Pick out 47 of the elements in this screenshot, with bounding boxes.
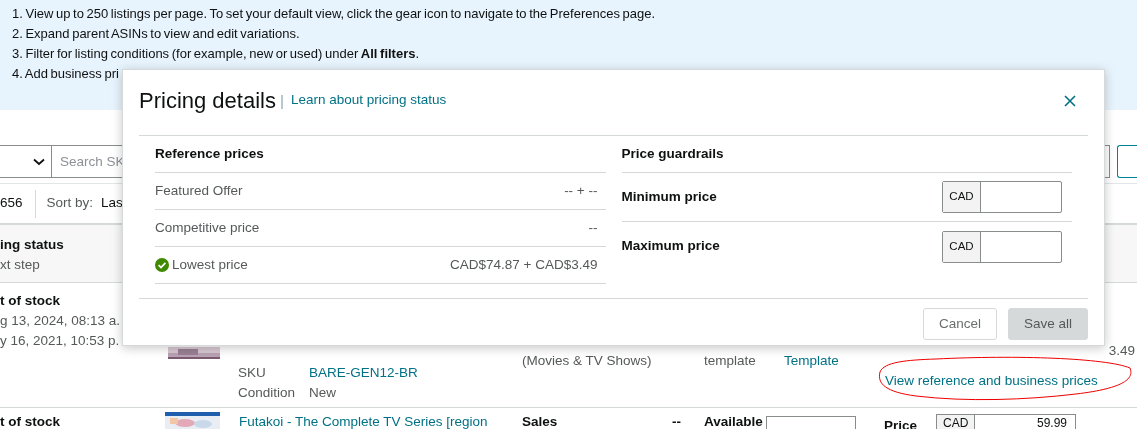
close-icon[interactable] [1064,95,1076,107]
column-header: xt step [0,256,40,274]
help-link[interactable]: Learn about pricing status [290,90,447,111]
quantity-field[interactable] [766,416,856,429]
category-text: (Movies & TV Shows) [522,352,653,370]
price-input[interactable]: CAD [942,181,1062,213]
sales-value: -- [672,414,682,429]
cancel-button[interactable]: Cancel [922,308,997,340]
status-text: t of stock [0,414,61,429]
price-type-label: Featured Offer [155,181,243,200]
banner-text: 1. View up to 250 listings per page. To set your default view, click the gear icon to navigate to the Preferences page. [12,5,656,23]
detail-label: SKU [238,364,267,382]
banner-text: 3. Filter for listing conditions (for example, new or used) under All filters. [12,45,420,63]
banner-text: 4. Add business pri [12,65,119,83]
detail-value: New [309,384,336,402]
price-field[interactable]: CAD 59.99 [936,414,1076,429]
sort-dropdown[interactable]: Las [101,193,123,214]
price-value: CAD$74.87 + CAD$3.49 [450,255,598,274]
guardrail-label: Minimum price [621,187,717,206]
price-link[interactable]: View reference and business prices [885,371,1137,391]
sales-label: Sales [522,414,559,429]
product-title-link[interactable]: Futakoi - The Complete TV Series [region [239,414,522,429]
price-input[interactable]: CAD [942,230,1062,263]
guardrail-label: Maximum price [621,237,720,256]
filter-dropdown[interactable] [0,145,52,178]
banner-text: 2. Expand parent ASINs to view and edit variations. [12,25,300,43]
sort-label: Sort by: [46,194,94,213]
section-heading: Price guardrails [621,136,1072,173]
template-text: template [704,352,757,370]
detail-label: Condition [238,384,297,402]
chevron-down-icon [33,157,45,166]
dialog-title: Pricing details [139,87,276,115]
price-text: 3.49 [1108,342,1136,360]
date-text: y 16, 2021, 10:53 p. [0,332,121,350]
section-heading: Reference prices [155,136,606,173]
available-label: Available [704,414,764,429]
sku-link[interactable]: BARE-GEN12-BR [309,363,418,383]
price-value: -- + -- [564,181,598,200]
date-text: g 13, 2024, 08:13 a. [0,312,122,330]
column-header: ing status [0,236,64,254]
status-text: t of stock [0,292,61,310]
price-value: -- [588,218,598,237]
price-type-label: Competitive price [155,218,260,237]
result-count: 656 [0,194,23,213]
price-type-label: Lowest price [172,255,248,274]
toolbar-button[interactable] [1117,145,1137,178]
template-link[interactable]: Template [784,351,885,371]
